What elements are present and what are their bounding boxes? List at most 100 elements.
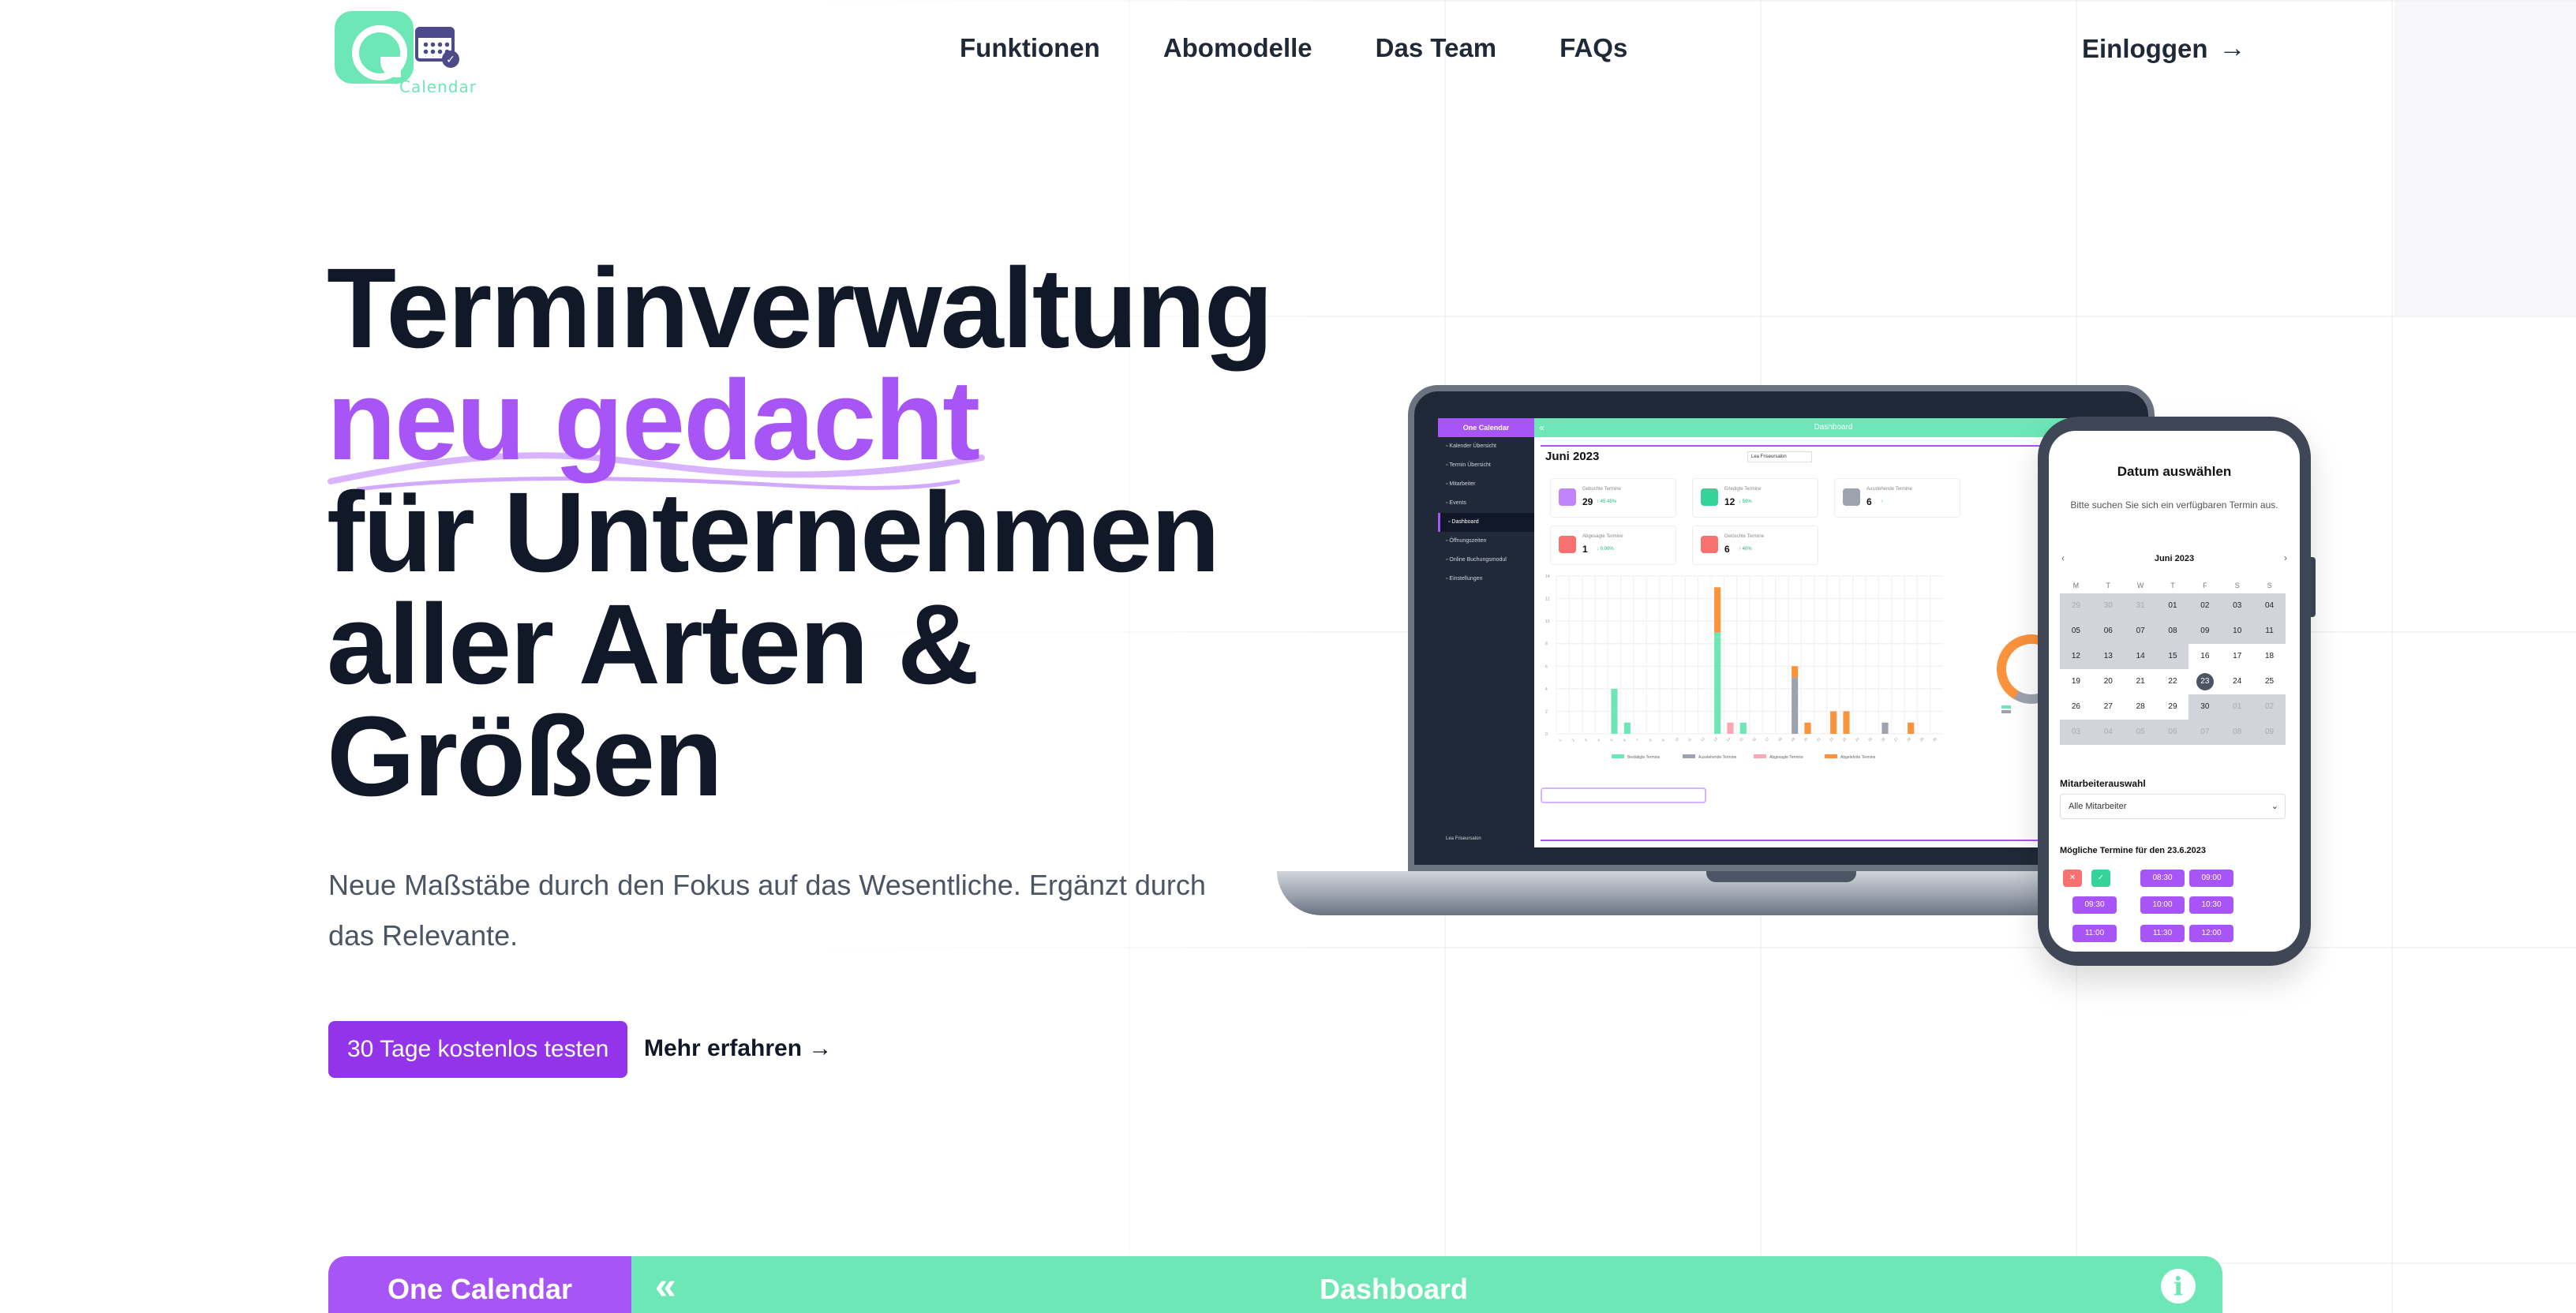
preview-topbar: « Dashboard i: [631, 1256, 2222, 1313]
sidebar-item[interactable]: ▫ Kalender Übersicht: [1438, 437, 1534, 456]
sidebar-item[interactable]: ▫ Online Buchungsmodul: [1438, 551, 1534, 570]
calendar-day[interactable]: 07: [2188, 720, 2222, 745]
time-slot-button[interactable]: 11:30: [2140, 925, 2185, 942]
time-slot-button[interactable]: 09:30: [2072, 896, 2117, 914]
calendar-day[interactable]: 25: [2253, 669, 2286, 694]
app-sidebar: One Calendar ▫ Kalender Übersicht ▫ Termi…: [1438, 418, 1534, 847]
trial-button[interactable]: 30 Tage kostenlos testen: [328, 1021, 628, 1078]
calendar-day[interactable]: 30: [2091, 593, 2125, 619]
calendar-day[interactable]: 06: [2156, 720, 2189, 745]
staff-select-value: Alle Mitarbeiter: [2069, 802, 2127, 811]
nav-link-team[interactable]: Das Team: [1376, 33, 1496, 63]
time-slot-button[interactable]: 08:30: [2140, 870, 2185, 887]
calendar-day[interactable]: 05: [2124, 720, 2157, 745]
x-tick-label: 27: [1893, 736, 1899, 742]
calendar-day[interactable]: 31: [2124, 593, 2157, 619]
calendar-day[interactable]: 09: [2253, 720, 2286, 745]
calendar-day[interactable]: 14: [2124, 644, 2157, 669]
cancel-icon[interactable]: ✕: [2063, 870, 2082, 887]
calendar-day[interactable]: 20: [2092, 669, 2125, 694]
calendar-day[interactable]: 03: [2060, 720, 2092, 745]
nav-link-funktionen[interactable]: Funktionen: [960, 33, 1100, 63]
calendar-day[interactable]: 13: [2091, 644, 2125, 669]
legend-swatch: [1612, 754, 1624, 758]
calendar-day[interactable]: 01: [2156, 593, 2189, 619]
sidebar-item[interactable]: ▫ Termin Übersicht: [1438, 456, 1534, 475]
sidebar-item[interactable]: ▫ Mitarbeiter: [1438, 475, 1534, 494]
calendar-day[interactable]: 26: [2060, 694, 2092, 720]
stat-icon: [1559, 536, 1576, 553]
calendar-day[interactable]: 04: [2253, 593, 2286, 619]
hero-title-line1: Terminverwaltung: [327, 245, 1274, 372]
nav-link-faqs[interactable]: FAQs: [1559, 33, 1627, 63]
calendar-day[interactable]: 09: [2188, 619, 2222, 644]
bar: [1714, 587, 1721, 633]
weekday-label: T: [2106, 582, 2111, 589]
calendar-day[interactable]: 30: [2188, 694, 2222, 720]
legend-swatch: [1683, 754, 1695, 758]
calendar-day[interactable]: 05: [2060, 619, 2092, 644]
phone-title: Datum auswählen: [2117, 464, 2232, 479]
x-tick-label: 4: [1597, 738, 1601, 743]
x-tick-label: 13: [1713, 736, 1718, 742]
calendar-day[interactable]: 22: [2157, 669, 2189, 694]
time-slot-button[interactable]: 12:00: [2189, 925, 2233, 942]
confirm-icon[interactable]: ✓: [2091, 870, 2110, 887]
info-icon[interactable]: i: [2161, 1269, 2196, 1304]
x-tick-label: 20: [1803, 736, 1808, 742]
calendar-day[interactable]: 02: [2188, 593, 2222, 619]
learn-more-link[interactable]: Mehr erfahren →: [644, 1035, 832, 1062]
hero-title: Terminverwaltung neu gedacht für Unterne…: [327, 252, 1274, 814]
donut-chart: [1997, 634, 2041, 713]
calendar-day[interactable]: 19: [2060, 669, 2092, 694]
calendar-day[interactable]: 27: [2092, 694, 2125, 720]
legend-swatch: [1754, 754, 1766, 758]
stat-change: ↓ 0.00%: [1597, 547, 1614, 552]
calendar-day[interactable]: 21: [2125, 669, 2157, 694]
calendar-day[interactable]: 12: [2060, 644, 2092, 669]
nav-link-abomodelle[interactable]: Abomodelle: [1163, 33, 1312, 63]
bar: [1830, 711, 1837, 734]
staff-select[interactable]: Alle Mitarbeiter ⌄: [2060, 794, 2286, 819]
calendar-day[interactable]: 08: [2221, 720, 2254, 745]
bar: [1792, 677, 1799, 734]
sidebar-item[interactable]: ▫ Einstellungen: [1438, 570, 1534, 589]
calendar-day[interactable]: 29: [2060, 593, 2092, 619]
chevron-down-icon: ⌄: [2271, 802, 2278, 811]
x-tick-label: 15: [1739, 736, 1744, 742]
time-slot-button[interactable]: 10:00: [2140, 896, 2185, 914]
calendar-day[interactable]: 07: [2124, 619, 2157, 644]
calendar-day[interactable]: 04: [2091, 720, 2125, 745]
salon-dropdown[interactable]: Lea Friseursalon: [1747, 451, 1812, 462]
calendar-day[interactable]: 16: [2188, 644, 2221, 669]
stat-value: 29: [1582, 496, 1593, 507]
y-tick-label: 0: [1545, 732, 1548, 737]
calendar-day[interactable]: 06: [2091, 619, 2125, 644]
time-slot-button[interactable]: 09:00: [2189, 870, 2233, 887]
calendar-day[interactable]: 08: [2156, 619, 2189, 644]
calendar-day[interactable]: 01: [2221, 694, 2254, 720]
calendar-day[interactable]: 11: [2253, 619, 2286, 644]
calendar-day[interactable]: 02: [2253, 694, 2286, 720]
login-link[interactable]: Einloggen →: [2082, 33, 2246, 64]
search-input[interactable]: [1541, 787, 1706, 803]
sidebar-item[interactable]: ▫ Events: [1438, 494, 1534, 513]
calendar-day[interactable]: 03: [2221, 593, 2254, 619]
calendar-day[interactable]: 17: [2221, 644, 2253, 669]
calendar-day[interactable]: 24: [2221, 669, 2253, 694]
calendar-day[interactable]: 28: [2125, 694, 2157, 720]
calendar-day[interactable]: 10: [2221, 619, 2254, 644]
time-slot-button[interactable]: 10:30: [2189, 896, 2233, 914]
calendar-day[interactable]: 18: [2253, 644, 2286, 669]
y-tick-label: 6: [1545, 664, 1548, 669]
bar: [1739, 722, 1747, 734]
time-slot-button[interactable]: 11:00: [2072, 925, 2117, 942]
sidebar-item[interactable]: ▫ Dashboard: [1438, 513, 1534, 532]
logo[interactable]: ✓ Calendar: [331, 9, 476, 96]
calendar-day[interactable]: 15: [2156, 644, 2189, 669]
calendar-day[interactable]: 29: [2157, 694, 2189, 720]
top-nav: ✓ Calendar Funktionen Abomodelle Das Tea…: [0, 0, 2576, 103]
chevron-right-icon[interactable]: ›: [2284, 552, 2287, 563]
calendar-day[interactable]: 23: [2188, 669, 2221, 694]
sidebar-item[interactable]: ▫ Öffnungszeiten: [1438, 532, 1534, 551]
